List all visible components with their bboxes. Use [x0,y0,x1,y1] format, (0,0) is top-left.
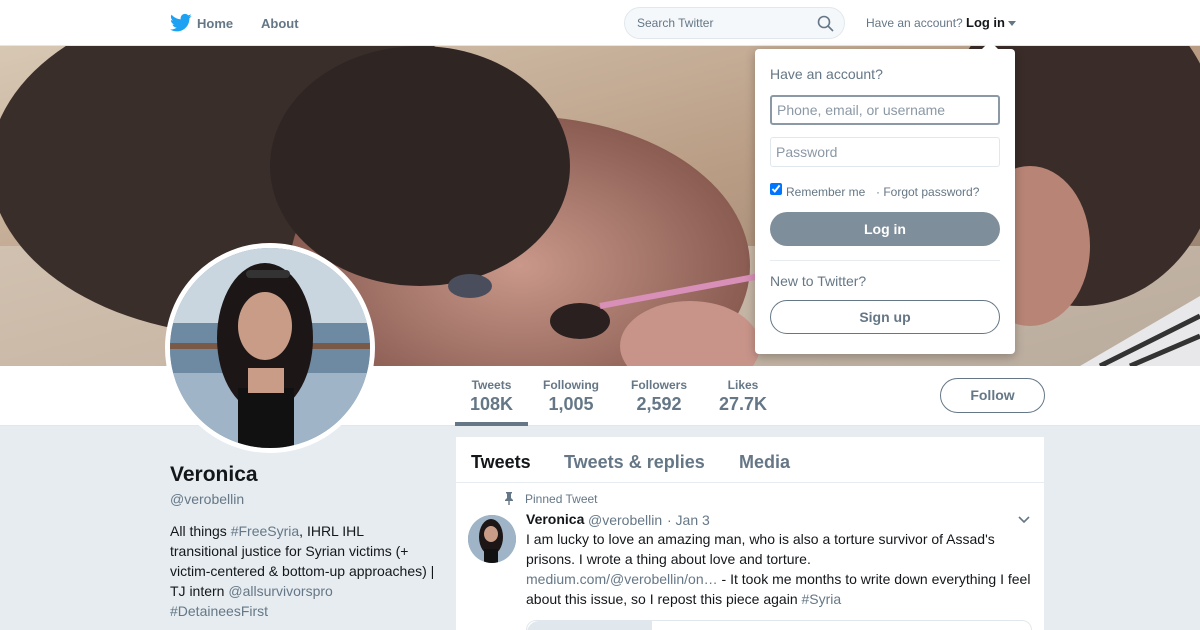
tweet-avatar[interactable] [468,515,516,563]
avatar-image [170,248,370,448]
login-dropdown-title: Have an account? [770,66,883,82]
search-box[interactable]: Search Twitter [624,7,845,39]
bio-hashtag-link[interactable]: #DetaineesFirst [170,603,268,619]
stat-value: 27.7K [719,394,768,414]
tweet-date[interactable]: · Jan 3 [667,512,710,528]
tweet-link[interactable]: medium.com/@verobellin/on… [526,571,718,587]
divider [770,260,1000,261]
stat-followers[interactable]: Followers 2,592 [631,378,687,415]
top-nav: Home About Search Twitter Have an accoun… [0,0,1200,46]
remember-me-label[interactable]: Remember me [786,185,865,199]
tweet-card-preview[interactable] [526,620,1032,630]
stat-label: Following [543,378,599,392]
new-to-twitter-text: New to Twitter? [770,273,867,289]
profile-handle[interactable]: @verobellin [170,491,244,507]
timeline-tabs: Tweets Tweets & replies Media [456,437,1044,483]
active-stat-underline [455,422,528,426]
tweet-author-name[interactable]: Veronica [526,511,584,527]
tweet-hashtag-link[interactable]: #Syria [802,591,842,607]
bio-text: All things [170,523,231,539]
nav-home-link[interactable]: Home [197,16,233,31]
remember-me-checkbox[interactable] [770,183,782,195]
tweet-author-handle[interactable]: @verobellin [588,512,662,528]
stat-label: Tweets [471,378,512,392]
signup-button[interactable]: Sign up [770,300,1000,334]
profile-name[interactable]: Veronica [170,463,258,487]
bio-hashtag-link[interactable]: #FreeSyria [231,523,299,539]
have-account-text: Have an account? [866,16,963,30]
password-field[interactable] [770,137,1000,167]
tweet-avatar-image [468,515,516,563]
tweet-text: I am lucky to love an amazing man, who i… [526,529,1036,609]
card-thumbnail [527,621,652,630]
search-input[interactable]: Search Twitter [637,16,713,30]
stat-value: 1,005 [548,394,594,414]
tab-media[interactable]: Media [739,452,790,473]
nav-about-link[interactable]: About [261,16,299,31]
login-dropdown: Have an account? Remember me · Forgot pa… [755,41,1015,354]
pin-icon [505,492,513,505]
stat-tweets[interactable]: Tweets 108K [470,378,513,415]
pinned-tweet-label: Pinned Tweet [525,492,598,506]
login-button[interactable]: Log in [770,212,1000,246]
login-link[interactable]: Log in [966,15,1005,30]
twitter-bird-icon[interactable] [170,13,192,33]
profile-avatar[interactable] [165,243,375,453]
tweet-text-part: I am lucky to love an amazing man, who i… [526,531,995,567]
username-field[interactable] [770,95,1000,125]
stat-value: 108K [470,394,514,414]
dropdown-arrow [982,41,998,49]
timeline: Tweets Tweets & replies Media Pinned Twe… [456,437,1044,630]
chevron-down-icon[interactable] [1018,516,1030,524]
tab-tweets[interactable]: Tweets [471,452,531,473]
search-icon[interactable] [817,15,834,32]
caret-down-icon[interactable] [1008,21,1016,26]
stat-following[interactable]: Following 1,005 [543,378,599,415]
follow-button[interactable]: Follow [940,378,1045,413]
tab-tweets-replies[interactable]: Tweets & replies [564,452,705,473]
stat-value: 2,592 [636,394,682,414]
stat-likes[interactable]: Likes 27.7K [719,378,767,415]
stat-label: Likes [727,378,759,392]
stat-label: Followers [631,378,688,392]
bio-mention-link[interactable]: @allsurvivorspro [228,583,332,599]
profile-bio: All things #FreeSyria, IHRL IHL transiti… [170,521,435,621]
forgot-password-link[interactable]: · Forgot password? [876,185,979,199]
